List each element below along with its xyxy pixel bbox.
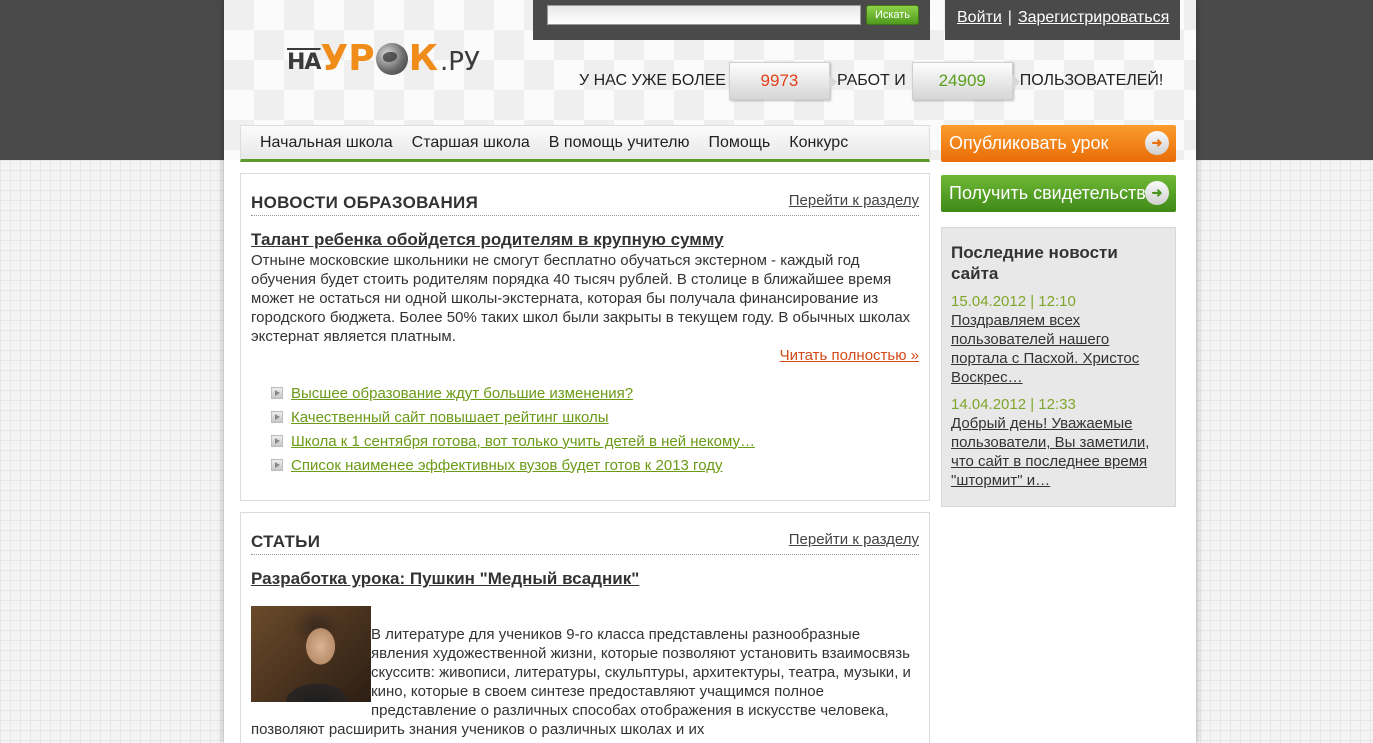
get-certificate-button[interactable]: Получить свидетельство ➜ <box>941 175 1176 212</box>
news-headline[interactable]: Талант ребенка обойдется родителям в кру… <box>251 230 919 250</box>
site-news-date: 15.04.2012 | 12:10 <box>951 293 1076 310</box>
site-news-item: 14.04.2012 | 12:33 Добрый день! Уважаемы… <box>951 395 1165 490</box>
article-body: В литературе для учеников 9-го класса пр… <box>251 606 919 739</box>
articles-panel: СТАТЬИ Перейти к разделу Разработка урок… <box>240 512 930 743</box>
auth-box: Войти | Зарегистрироваться <box>945 0 1180 40</box>
panel-header: СТАТЬИ Перейти к разделу <box>251 515 919 555</box>
panel-title: НОВОСТИ ОБРАЗОВАНИЯ <box>251 193 479 212</box>
publish-lesson-button[interactable]: Опубликовать урок ➜ <box>941 125 1176 162</box>
news-item-link[interactable]: Качественный сайт повышает рейтинг школы <box>291 409 609 426</box>
bullet-arrow-icon <box>271 459 283 471</box>
nav-item-high-school[interactable]: Старшая школа <box>412 134 530 152</box>
arrow-right-icon: ➜ <box>1145 181 1169 205</box>
bullet-arrow-icon <box>271 387 283 399</box>
go-to-section-link[interactable]: Перейти к разделу <box>789 192 919 209</box>
nav-item-contest[interactable]: Конкурс <box>789 134 848 152</box>
logo-urok: УР К <box>320 40 438 78</box>
news-item-link[interactable]: Список наименее эффективных вузов будет … <box>291 457 722 474</box>
works-counter: 9973 <box>728 62 837 100</box>
page-container: НА УР К .РУ Искать Войти | Зарегистрировать… <box>224 0 1196 743</box>
site-news-date: 14.04.2012 | 12:33 <box>951 396 1076 413</box>
list-item: Список наименее эффективных вузов будет … <box>271 453 919 477</box>
logo-urok-text: УР <box>320 38 375 79</box>
article-headline[interactable]: Разработка урока: Пушкин "Медный всадник… <box>251 569 919 589</box>
pushkin-portrait-image <box>251 606 371 702</box>
logo-urok-text-2: К <box>408 38 439 79</box>
stats-prefix: У НАС УЖЕ БОЛЕЕ <box>579 72 726 89</box>
publish-lesson-label: Опубликовать урок <box>949 133 1109 153</box>
site-news-item: 15.04.2012 | 12:10 Поздравляем всех поль… <box>951 292 1165 387</box>
news-item-link[interactable]: Школа к 1 сентября готова, вот только уч… <box>291 433 755 450</box>
panel-title: СТАТЬИ <box>251 532 321 551</box>
register-link[interactable]: Зарегистрироваться <box>1018 9 1169 26</box>
nav-item-help[interactable]: Помощь <box>708 134 770 152</box>
list-item: Высшее образование ждут большие изменени… <box>271 381 919 405</box>
search-bar: Искать <box>533 0 930 40</box>
education-news-panel: НОВОСТИ ОБРАЗОВАНИЯ Перейти к разделу Та… <box>240 173 930 501</box>
nav-item-primary-school[interactable]: Начальная школа <box>260 134 393 152</box>
nav-item-teacher-help[interactable]: В помощь учителю <box>549 134 690 152</box>
stats-middle: РАБОТ И <box>836 72 906 89</box>
stats-suffix: ПОЛЬЗОВАТЕЛЕЙ! <box>1019 72 1164 89</box>
site-stats: У НАС УЖЕ БОЛЕЕ 9973 РАБОТ И 24909 ПОЛЬЗ… <box>579 62 1163 100</box>
get-certificate-label: Получить свидетельство <box>949 183 1156 203</box>
bullet-arrow-icon <box>271 435 283 447</box>
site-news-title: Последние новости сайта <box>951 243 1118 283</box>
bullet-arrow-icon <box>271 411 283 423</box>
site-news-box: Последние новости сайта 15.04.2012 | 12:… <box>941 227 1176 507</box>
site-news-link[interactable]: Поздравляем всех пользователей нашего по… <box>951 311 1165 387</box>
globe-icon <box>375 43 408 75</box>
logo-ru: .РУ <box>440 47 480 77</box>
panel-header: НОВОСТИ ОБРАЗОВАНИЯ Перейти к разделу <box>251 176 919 216</box>
news-item-link[interactable]: Высшее образование ждут большие изменени… <box>291 385 633 402</box>
go-to-section-link[interactable]: Перейти к разделу <box>789 531 919 548</box>
users-counter: 24909 <box>911 62 1020 100</box>
search-button[interactable]: Искать <box>866 5 919 25</box>
logo-na: НА <box>287 50 321 75</box>
main-nav: Начальная школа Старшая школа В помощь у… <box>240 125 930 162</box>
list-item: Школа к 1 сентября готова, вот только уч… <box>271 429 919 453</box>
site-logo[interactable]: НА УР К .РУ <box>287 38 480 78</box>
arrow-right-icon: ➜ <box>1145 131 1169 155</box>
read-more-anchor[interactable]: Читать полностью » <box>780 347 919 364</box>
news-lead: Отныне московские школьники не смогут бе… <box>251 252 911 345</box>
site-news-link[interactable]: Добрый день! Уважаемые пользователи, Вы … <box>951 414 1165 490</box>
search-input[interactable] <box>547 5 861 25</box>
read-more-link: Читать полностью » <box>251 346 919 366</box>
list-item: Качественный сайт повышает рейтинг школы <box>271 405 919 429</box>
auth-separator: | <box>1007 9 1012 26</box>
login-link[interactable]: Войти <box>957 9 1002 26</box>
news-list: Высшее образование ждут большие изменени… <box>251 381 919 477</box>
